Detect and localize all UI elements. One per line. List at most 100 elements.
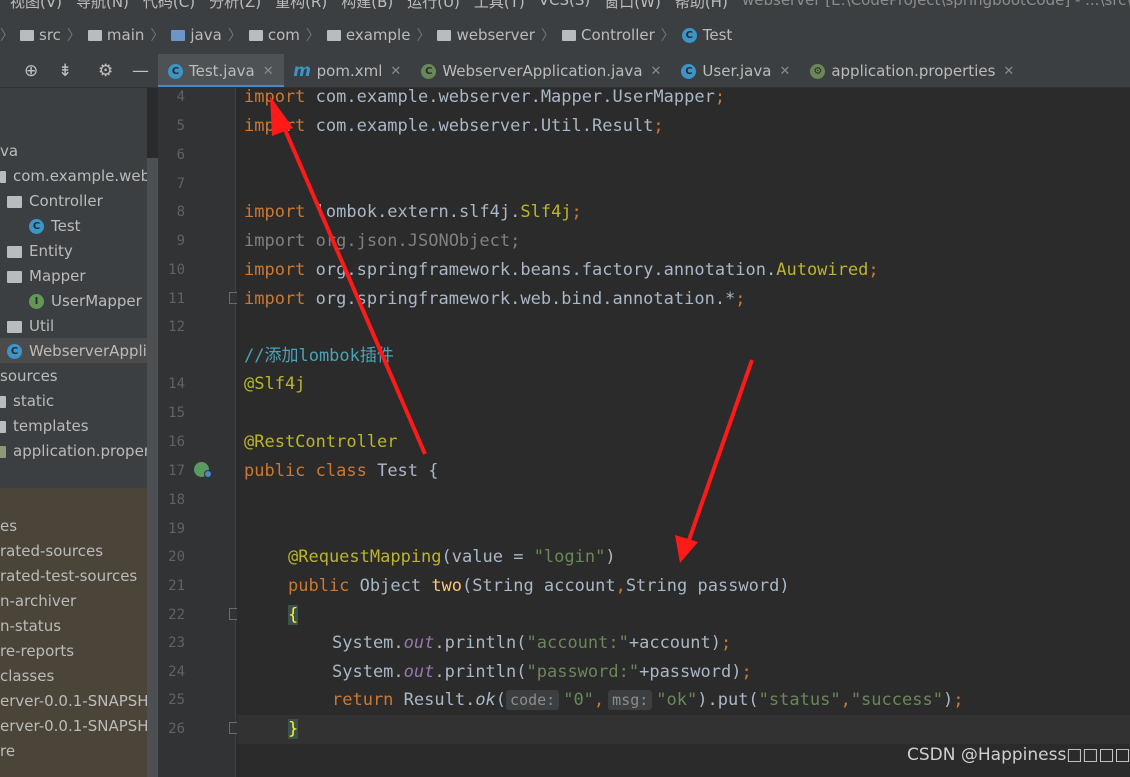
package-icon (437, 29, 452, 41)
menu-item[interactable]: 导航(N) (76, 0, 129, 12)
breadcrumb-item-example[interactable]: example 〉 (326, 25, 438, 45)
tree-item-generated-sources[interactable]: rated-sources (0, 539, 103, 564)
tree-item-surefire-reports[interactable]: re-reports (0, 639, 74, 664)
line-number: 16 (168, 434, 185, 450)
code-line-method-decl: public Object two(String account,String … (288, 576, 790, 596)
line-number: 25 (168, 692, 185, 708)
close-icon[interactable]: ✕ (390, 64, 401, 79)
code-editor[interactable]: import com.example.webserver.Mapper.User… (237, 88, 1130, 777)
tree-item-package[interactable]: com.example.webse (0, 164, 147, 189)
menu-item[interactable]: 分析(Z) (209, 0, 261, 12)
properties-icon (0, 445, 6, 458)
line-number: 24 (168, 664, 185, 680)
folder-icon (87, 29, 102, 41)
tab-pom-xml[interactable]: m pom.xml ✕ (284, 54, 412, 87)
line-number: 5 (176, 118, 185, 134)
tree-item-static[interactable]: static (0, 389, 54, 414)
code-comment: //添加lombok插件 (244, 346, 394, 366)
tree-item-test[interactable]: C Test (29, 214, 81, 239)
code-line-request-mapping: @RequestMapping(value = "login") (288, 547, 616, 567)
line-number: 12 (168, 319, 185, 335)
folder-icon (0, 395, 6, 408)
breadcrumb-item-controller[interactable]: Controller 〉 (561, 25, 682, 45)
tree-item-maven-archiver[interactable]: n-archiver (0, 589, 76, 614)
tree-item-java[interactable]: va (0, 139, 18, 164)
breadcrumb-item-webserver[interactable]: webserver 〉 (437, 25, 562, 45)
maven-icon: m (293, 61, 312, 81)
tree-item-util[interactable]: Util (7, 314, 54, 339)
line-number: 17 (168, 463, 185, 479)
tree-item-test-classes[interactable]: classes (0, 664, 54, 689)
menu-item[interactable]: 代码(C) (143, 0, 195, 12)
line-number: 11 (168, 291, 185, 307)
hide-icon[interactable]: — (132, 61, 149, 81)
tree-item-templates[interactable]: templates (0, 414, 89, 439)
parameter-hint: msg: (608, 690, 653, 710)
line-number: 9 (176, 233, 185, 249)
code-annotation: @RestController (244, 432, 398, 452)
breadcrumb-item-main[interactable]: main 〉 (87, 25, 171, 45)
gear-icon[interactable]: ⚙ (98, 61, 113, 81)
folder-icon (7, 245, 22, 258)
line-number: 22 (168, 607, 185, 623)
class-icon: C (168, 63, 183, 79)
code-annotation: @Slf4j (244, 374, 306, 394)
breadcrumb: 〉 src 〉 main 〉 java 〉 com 〉 example 〉 webserve… (0, 16, 1130, 54)
breadcrumb-item-com[interactable]: com 〉 (248, 25, 327, 45)
code-line-open-brace: { (288, 605, 299, 625)
tree-item-entity[interactable]: Entity (7, 239, 73, 264)
collapse-all-icon[interactable]: ⇟ (58, 61, 72, 81)
tab-webserver-application[interactable]: C WebserverApplication.java ✕ (411, 54, 671, 87)
tree-scrollbar[interactable] (147, 158, 158, 777)
tree-item-jar-original[interactable]: erver-0.0.1-SNAPSHO (0, 714, 147, 739)
menu-bar: 视图(V) 导航(N) 代码(C) 分析(Z) 重构(R) 构建(B) 运行(U) 工具(T)… (0, 0, 1130, 16)
menu-item[interactable]: VCS(S) (539, 0, 590, 12)
tree-item-generated-test-sources[interactable]: rated-test-sources (0, 564, 137, 589)
line-number: 19 (168, 521, 185, 537)
tree-item-re[interactable]: re (0, 739, 15, 764)
tree-item-mapper[interactable]: Mapper (7, 264, 86, 289)
class-icon: C (29, 219, 44, 234)
tree-item-application-properties[interactable]: application.propertie (0, 439, 147, 464)
breadcrumb-item-src[interactable]: 〉 src 〉 (0, 25, 88, 45)
tree-item-resources[interactable]: sources (0, 364, 58, 389)
menu-item[interactable]: 工具(T) (474, 0, 525, 12)
menu-item[interactable]: 构建(B) (341, 0, 393, 12)
menu-item[interactable]: 运行(U) (407, 0, 460, 12)
code-line: import org.springframework.web.bind.anno… (244, 289, 746, 309)
package-icon (248, 29, 263, 41)
close-icon[interactable]: ✕ (263, 64, 274, 79)
tree-item-controller[interactable]: Controller (7, 189, 103, 214)
menu-item[interactable]: 重构(R) (275, 0, 327, 12)
package-icon (326, 29, 341, 41)
tree-item-usermapper[interactable]: I UserMapper (29, 289, 142, 314)
tree-item-webserver-application[interactable]: CWebserverApplication (7, 339, 147, 364)
tree-item-maven-status[interactable]: n-status (0, 614, 61, 639)
line-number: 23 (168, 635, 185, 651)
tree-item-es[interactable]: es (0, 514, 17, 539)
line-number: 20 (168, 549, 185, 565)
tree-item-jar[interactable]: erver-0.0.1-SNAPSHO (0, 689, 147, 714)
close-icon[interactable]: ✕ (1003, 64, 1014, 79)
watermark: CSDN @Happiness□□□□□ (907, 745, 1130, 765)
package-icon (0, 170, 6, 183)
spring-properties-icon: ⚙ (810, 63, 826, 79)
code-line-println-account: System.out.println("account:"+account); (332, 633, 732, 653)
breadcrumb-item-test[interactable]: C Test (681, 26, 732, 44)
current-line-highlight (237, 715, 1130, 744)
menu-item[interactable]: 视图(V) (10, 0, 62, 12)
close-icon[interactable]: ✕ (779, 64, 790, 79)
code-line: import lombok.extern.slf4j.Slf4j; (244, 202, 582, 222)
menu-item[interactable]: 窗口(W) (604, 0, 661, 12)
locate-icon[interactable]: ⊕ (24, 61, 38, 81)
line-number: 4 (176, 89, 185, 105)
tab-application-properties[interactable]: ⚙ application.properties ✕ (800, 54, 1024, 87)
code-line-unused-import: import org.json.JSONObject; (244, 231, 521, 251)
line-number: 7 (176, 176, 185, 192)
menu-item[interactable]: 帮助(H) (675, 0, 728, 12)
line-number: 15 (168, 405, 185, 421)
menu-items: 视图(V) 导航(N) 代码(C) 分析(Z) 重构(R) 构建(B) 运行(U) 工具(T)… (10, 0, 728, 12)
tab-user-java[interactable]: C User.java ✕ (671, 54, 800, 87)
breadcrumb-item-java[interactable]: java 〉 (171, 25, 248, 45)
close-icon[interactable]: ✕ (651, 64, 662, 79)
